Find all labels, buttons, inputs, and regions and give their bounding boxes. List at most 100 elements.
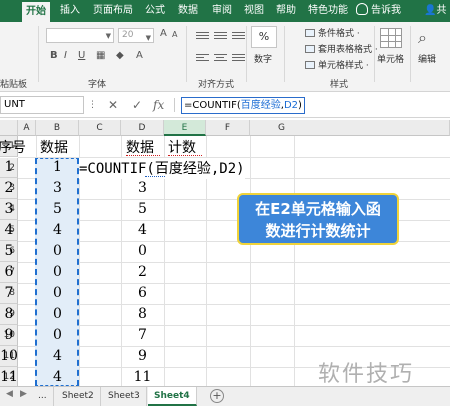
share-button[interactable]: 👤共 [424, 0, 446, 22]
sheet-tab-4[interactable]: Sheet4 [148, 387, 197, 406]
wrap-text-icon[interactable] [232, 32, 245, 43]
tab-special[interactable]: 特色功能 [308, 0, 348, 22]
cell-b7[interactable]: 0 [36, 264, 79, 280]
column-header-a[interactable]: A [18, 120, 36, 136]
cell-a8[interactable]: 7 [0, 285, 18, 301]
fill-color-icon[interactable]: ◆ [116, 50, 124, 61]
cell-b2[interactable]: 1 [36, 159, 79, 175]
search-icon[interactable]: ⌕ [418, 28, 427, 48]
decrease-font-icon[interactable]: A [172, 30, 177, 39]
cell-a2[interactable]: 1 [0, 159, 18, 175]
person-icon: 👤 [424, 5, 437, 16]
conditional-format-button[interactable]: 条件格式 · [305, 26, 360, 39]
column-header-f[interactable]: F [206, 120, 250, 136]
column-header-b[interactable]: B [36, 120, 79, 136]
cell-b9[interactable]: 0 [36, 306, 79, 322]
add-sheet-icon[interactable]: + [210, 389, 224, 403]
cell-a4[interactable]: 3 [0, 201, 18, 217]
cell-d9[interactable]: 8 [121, 306, 164, 322]
column-header-e[interactable]: E [164, 120, 206, 136]
align-center-icon[interactable] [214, 54, 227, 65]
font-name-dropdown[interactable]: ▼ [46, 28, 114, 43]
number-format-label[interactable]: 数字 [254, 52, 272, 65]
cell-b10[interactable]: 0 [36, 327, 79, 343]
cell-a9[interactable]: 8 [0, 306, 18, 322]
tab-page-layout[interactable]: 页面布局 [93, 0, 133, 22]
tab-view[interactable]: 视图 [244, 0, 264, 22]
cell-d10[interactable]: 7 [121, 327, 164, 343]
sheet-tab-3[interactable]: Sheet3 [102, 387, 147, 406]
instruction-callout: 在E2单元格输入函 数进行计数统计 [237, 193, 399, 245]
sheet-tab-bar: ◀ ▶ ... Sheet2 Sheet3 Sheet4 + [0, 386, 450, 406]
align-top-icon[interactable] [196, 32, 209, 43]
cells-label[interactable]: 单元格 [377, 52, 404, 65]
formula-input[interactable]: =COUNTIF(百度经验,D2) [181, 97, 305, 114]
cell-d12[interactable]: 11 [121, 369, 164, 385]
cell-b12[interactable]: 4 [36, 369, 79, 385]
cell-d3[interactable]: 3 [121, 180, 164, 196]
scroll-left-icon[interactable]: ◀ [6, 389, 13, 399]
cells-grid-icon[interactable] [380, 28, 402, 48]
cell-a11[interactable]: 10 [0, 348, 18, 364]
tell-me-box[interactable]: 告诉我 [356, 0, 401, 22]
cell-b5[interactable]: 4 [36, 222, 79, 238]
cell-b8[interactable]: 0 [36, 285, 79, 301]
group-divider [38, 26, 39, 82]
cell-a5[interactable]: 4 [0, 222, 18, 238]
cell-d5[interactable]: 4 [121, 222, 164, 238]
merge-center-icon[interactable] [232, 54, 245, 65]
cell-d7[interactable]: 2 [121, 264, 164, 280]
font-color-icon[interactable]: A [136, 50, 143, 61]
sheet-tab-2[interactable]: Sheet2 [56, 387, 101, 406]
tab-insert[interactable]: 插入 [60, 0, 80, 22]
align-middle-icon[interactable] [214, 32, 227, 43]
percent-style-button[interactable]: % [251, 26, 277, 48]
tab-review[interactable]: 审阅 [212, 0, 232, 22]
column-header-d[interactable]: D [121, 120, 164, 136]
cell-a10[interactable]: 9 [0, 327, 18, 343]
chevron-down-icon: ▼ [105, 32, 111, 40]
align-left-icon[interactable] [196, 54, 209, 65]
select-all-corner[interactable] [0, 120, 18, 136]
tab-formulas[interactable]: 公式 [145, 0, 165, 22]
cell-a6[interactable]: 5 [0, 243, 18, 259]
header-index[interactable]: 序号 [0, 137, 26, 157]
cell-a12[interactable]: 11 [0, 369, 18, 385]
more-options-icon[interactable]: ⋮ [88, 100, 97, 110]
name-box[interactable]: UNT [0, 96, 84, 114]
italic-icon[interactable]: I [64, 50, 67, 61]
cell-d11[interactable]: 9 [121, 348, 164, 364]
cell-style-button[interactable]: 单元格样式 · [305, 58, 369, 71]
underline-icon[interactable]: U [78, 50, 85, 61]
scroll-right-icon[interactable]: ▶ [20, 389, 27, 399]
tab-data[interactable]: 数据 [178, 0, 198, 22]
spreadsheet-grid[interactable]: A B C D E F G 1 2 3 4 5 6 7 8 9 10 11 12… [0, 120, 450, 386]
cell-d8[interactable]: 6 [121, 285, 164, 301]
insert-function-icon[interactable]: fx [153, 98, 164, 112]
group-font-label: 字体 [88, 80, 107, 90]
font-size-dropdown[interactable]: 20 ▼ [118, 28, 154, 43]
table-format-button[interactable]: 套用表格格式 · [305, 42, 378, 55]
cell-d4[interactable]: 5 [121, 201, 164, 217]
enter-check-icon[interactable]: ✓ [132, 98, 142, 112]
bold-icon[interactable]: B [50, 50, 58, 61]
column-header-c[interactable]: C [79, 120, 121, 136]
cell-b11[interactable]: 4 [36, 348, 79, 364]
column-header-g[interactable]: G [250, 120, 450, 136]
cell-a7[interactable]: 6 [0, 264, 18, 280]
cancel-icon[interactable]: ✕ [108, 98, 118, 112]
tab-help[interactable]: 帮助 [276, 0, 296, 22]
tab-home[interactable]: 开始 [22, 2, 50, 22]
header-data-b[interactable]: 数据 [40, 137, 68, 157]
increase-font-icon[interactable]: A [160, 28, 167, 39]
edit-label[interactable]: 编辑 [418, 52, 436, 65]
cell-b3[interactable]: 3 [36, 180, 79, 196]
gridline [18, 325, 450, 326]
tell-me-label: 告诉我 [371, 5, 401, 16]
border-icon[interactable]: ▦ [96, 50, 105, 61]
cell-b6[interactable]: 0 [36, 243, 79, 259]
cell-b4[interactable]: 5 [36, 201, 79, 217]
cell-d6[interactable]: 0 [121, 243, 164, 259]
cell-a3[interactable]: 2 [0, 180, 18, 196]
sheet-overflow[interactable]: ... [32, 387, 54, 406]
